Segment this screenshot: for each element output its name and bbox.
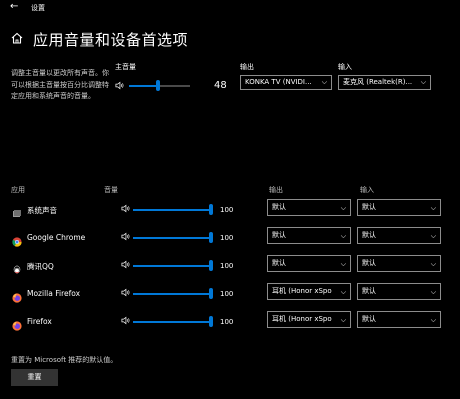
app-volume-thumb[interactable] — [209, 316, 213, 327]
chevron-down-icon: ⌵ — [430, 288, 436, 296]
app-input-value: 默认 — [362, 231, 376, 239]
speaker-icon[interactable] — [121, 232, 130, 241]
app-input-value: 默认 — [362, 287, 376, 295]
page-title: 应用音量和设备首选项 — [33, 31, 189, 49]
chevron-down-icon: ⌵ — [340, 288, 346, 296]
app-input-dropdown[interactable]: 默认 ⌵ — [357, 255, 441, 272]
column-header-output: 输出 — [269, 186, 283, 194]
app-volume-slider[interactable] — [133, 288, 213, 299]
input-device-dropdown[interactable]: 麦克风 (Realtek(R)... ⌵ — [338, 75, 431, 90]
app-name: 腾讯QQ — [27, 262, 54, 271]
master-volume-fill — [129, 85, 159, 87]
app-volume-fill — [133, 209, 213, 211]
back-button[interactable]: ← — [10, 1, 18, 12]
reset-button[interactable]: 重置 — [11, 369, 58, 386]
chevron-down-icon: ⌵ — [430, 316, 436, 324]
chevron-down-icon: ⌵ — [420, 78, 426, 86]
app-volume-fill — [133, 265, 213, 267]
column-header-input: 输入 — [360, 186, 374, 194]
app-volume-slider[interactable] — [133, 232, 213, 243]
app-input-value: 默认 — [362, 315, 376, 323]
output-device-dropdown[interactable]: KONKA TV (NVIDI... ⌵ — [240, 75, 332, 90]
app-volume-slider[interactable] — [133, 204, 213, 215]
app-input-dropdown[interactable]: 默认 ⌵ — [357, 227, 441, 244]
app-volume-thumb[interactable] — [209, 260, 213, 271]
app-volume-fill — [133, 321, 213, 323]
home-icon[interactable] — [10, 31, 24, 45]
firefox-icon — [12, 288, 22, 303]
app-output-value: 默认 — [272, 259, 286, 267]
chevron-down-icon: ⌵ — [340, 260, 346, 268]
output-device-value: KONKA TV (NVIDI... — [245, 78, 312, 86]
app-volume-slider[interactable] — [133, 316, 213, 327]
speaker-icon[interactable] — [121, 316, 130, 325]
app-volume-value: 100 — [220, 290, 234, 298]
app-output-dropdown[interactable]: 耳机 (Honor xSpo ⌵ — [267, 311, 351, 328]
chevron-down-icon: ⌵ — [430, 232, 436, 240]
chrome-icon — [12, 232, 22, 247]
app-name: Google Chrome — [27, 233, 86, 242]
chevron-down-icon: ⌵ — [321, 78, 327, 86]
app-volume-fill — [133, 293, 213, 295]
master-description: 调整主音量以更改所有声音。你可以根据主音量按百分比调整特定应用和系统声音的音量。 — [11, 69, 109, 100]
app-output-dropdown[interactable]: 默认 ⌵ — [267, 255, 351, 272]
chevron-down-icon: ⌵ — [340, 232, 346, 240]
app-name: Mozilla Firefox — [27, 289, 81, 298]
app-output-value: 默认 — [272, 203, 286, 211]
qq-icon — [12, 260, 22, 274]
speaker-icon[interactable] — [121, 204, 130, 213]
chevron-down-icon: ⌵ — [340, 204, 346, 212]
app-title: 设置 — [31, 4, 45, 12]
firefox-icon — [12, 316, 22, 331]
column-header-volume: 音量 — [104, 186, 118, 194]
app-input-dropdown[interactable]: 默认 ⌵ — [357, 311, 441, 328]
speaker-icon[interactable] — [115, 81, 124, 90]
app-output-value: 默认 — [272, 231, 286, 239]
app-volume-value: 100 — [220, 234, 234, 242]
speaker-icon[interactable] — [121, 260, 130, 269]
app-volume-thumb[interactable] — [209, 232, 213, 243]
column-header-app: 应用 — [11, 186, 25, 194]
app-output-value: 耳机 (Honor xSpo — [272, 315, 332, 323]
app-volume-fill — [133, 237, 213, 239]
app-input-dropdown[interactable]: 默认 ⌵ — [357, 283, 441, 300]
app-volume-thumb[interactable] — [209, 204, 213, 215]
app-output-dropdown[interactable]: 默认 ⌵ — [267, 227, 351, 244]
app-output-dropdown[interactable]: 默认 ⌵ — [267, 199, 351, 216]
chevron-down-icon: ⌵ — [340, 316, 346, 324]
input-device-value: 麦克风 (Realtek(R)... — [343, 78, 413, 86]
app-name: Firefox — [27, 317, 52, 326]
master-volume-label: 主音量 — [115, 63, 136, 71]
app-input-value: 默认 — [362, 259, 376, 267]
master-volume-slider[interactable] — [129, 80, 190, 91]
chevron-down-icon: ⌵ — [430, 204, 436, 212]
app-output-value: 耳机 (Honor xSpo — [272, 287, 332, 295]
app-volume-value: 100 — [220, 262, 234, 270]
system-sounds-icon — [12, 204, 22, 217]
app-output-dropdown[interactable]: 耳机 (Honor xSpo ⌵ — [267, 283, 351, 300]
master-volume-value: 48 — [214, 80, 227, 91]
app-volume-thumb[interactable] — [209, 288, 213, 299]
master-volume-thumb[interactable] — [156, 80, 161, 91]
output-label: 输出 — [240, 63, 254, 71]
reset-note: 重置为 Microsoft 推荐的默认值。 — [11, 356, 118, 364]
app-volume-value: 100 — [220, 318, 234, 326]
app-input-dropdown[interactable]: 默认 ⌵ — [357, 199, 441, 216]
app-name: 系统声音 — [27, 206, 57, 215]
input-label: 输入 — [338, 63, 352, 71]
app-input-value: 默认 — [362, 203, 376, 211]
app-volume-value: 100 — [220, 206, 234, 214]
chevron-down-icon: ⌵ — [430, 260, 436, 268]
speaker-icon[interactable] — [121, 288, 130, 297]
app-volume-slider[interactable] — [133, 260, 213, 271]
